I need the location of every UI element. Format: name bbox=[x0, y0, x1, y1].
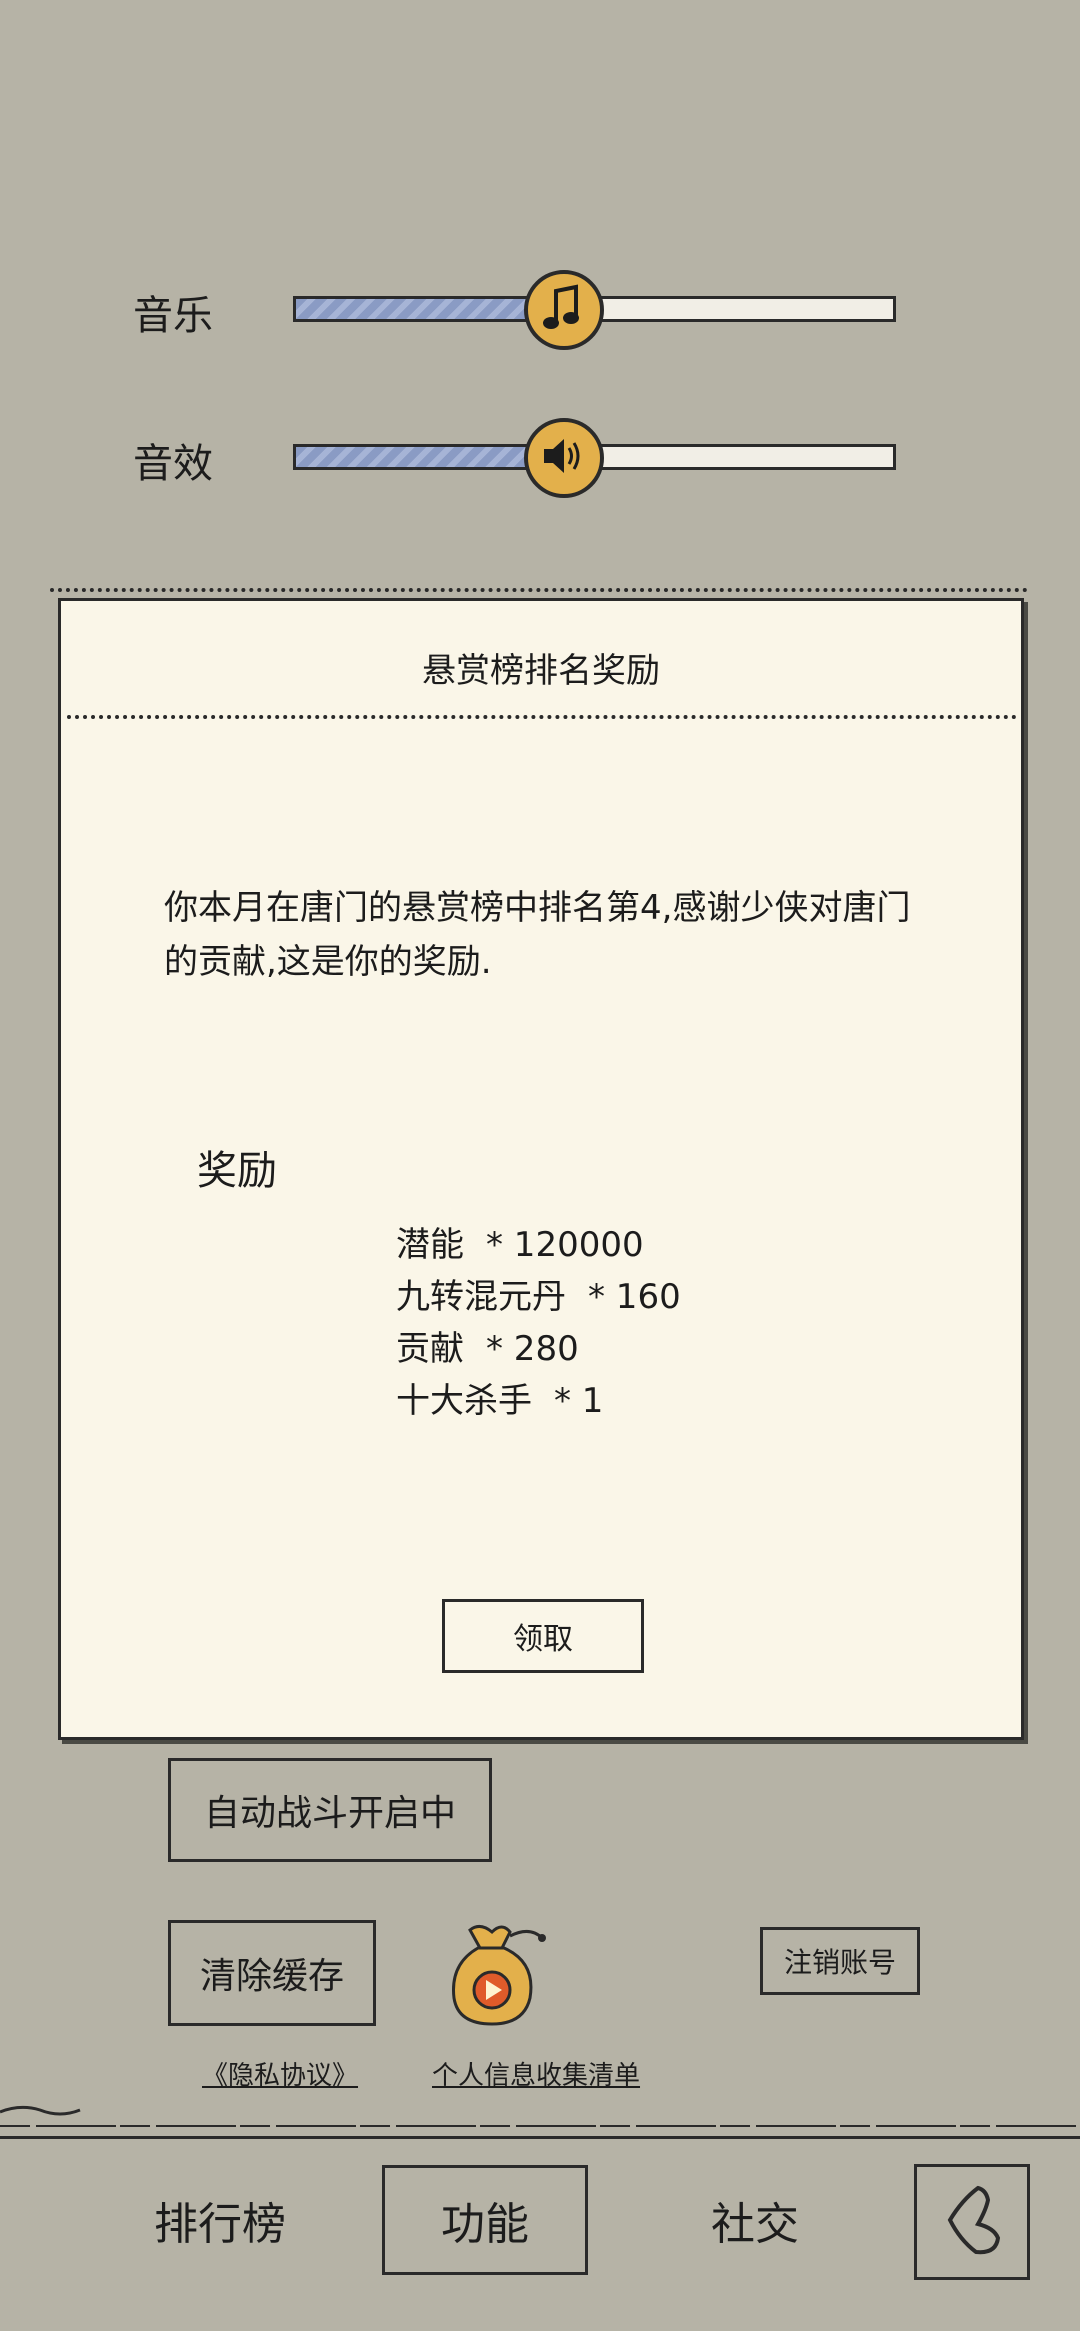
title-divider bbox=[67, 715, 1017, 719]
cancel-account-button[interactable]: 注销账号 bbox=[760, 1927, 920, 1995]
reward-name: 十大杀手 bbox=[396, 1381, 532, 1421]
nav-ranking[interactable]: 排行榜 bbox=[110, 2180, 330, 2260]
privacy-link[interactable]: 《隐私协议》 bbox=[202, 2055, 358, 2092]
clear-cache-button[interactable]: 清除缓存 bbox=[168, 1920, 376, 2026]
divider bbox=[50, 588, 1028, 592]
reward-item: 贡献 * 280 bbox=[396, 1323, 681, 1375]
dialog-message: 你本月在唐门的悬赏榜中排名第4,感谢少侠对唐门的贡献,这是你的奖励. bbox=[164, 888, 911, 982]
back-button[interactable] bbox=[914, 2164, 1030, 2280]
reward-qty: * 1 bbox=[554, 1381, 604, 1421]
reward-name: 贡献 bbox=[396, 1329, 464, 1369]
music-label: 音乐 bbox=[133, 293, 213, 339]
auto-battle-button[interactable]: 自动战斗开启中 bbox=[168, 1758, 492, 1862]
nav-divider bbox=[0, 2136, 1080, 2139]
video-reward-bag-icon[interactable] bbox=[440, 1918, 552, 2030]
reward-name: 潜能 bbox=[396, 1225, 464, 1265]
reward-qty: * 280 bbox=[486, 1329, 579, 1369]
reward-item: 十大杀手 * 1 bbox=[396, 1375, 681, 1427]
reward-qty: * 160 bbox=[588, 1277, 681, 1317]
sfx-label: 音效 bbox=[133, 441, 213, 487]
reward-qty: * 120000 bbox=[486, 1225, 644, 1265]
sfx-slider-handle[interactable] bbox=[524, 418, 605, 498]
dialog-title: 悬赏榜排名奖励 bbox=[422, 651, 660, 691]
nav-social[interactable]: 社交 bbox=[650, 2180, 860, 2260]
reward-dialog: 悬赏榜排名奖励 你本月在唐门的悬赏榜中排名第4,感谢少侠对唐门的贡献,这是你的奖… bbox=[58, 598, 1024, 1740]
reward-heading: 奖励 bbox=[197, 1148, 277, 1194]
reward-item: 九转混元丹 * 160 bbox=[396, 1271, 681, 1323]
wave-divider bbox=[0, 2098, 1080, 2138]
music-slider-handle[interactable] bbox=[524, 270, 605, 350]
music-note-icon bbox=[542, 283, 586, 337]
reward-name: 九转混元丹 bbox=[396, 1277, 566, 1317]
personal-info-link[interactable]: 个人信息收集清单 bbox=[432, 2055, 640, 2092]
speaker-icon bbox=[540, 434, 588, 482]
back-icon bbox=[932, 2180, 1012, 2264]
nav-function[interactable]: 功能 bbox=[382, 2165, 588, 2275]
reward-item: 潜能 * 120000 bbox=[396, 1219, 681, 1271]
reward-list: 潜能 * 120000 九转混元丹 * 160 贡献 * 280 十大杀手 * 1 bbox=[396, 1219, 681, 1427]
claim-button[interactable]: 领取 bbox=[442, 1599, 644, 1673]
